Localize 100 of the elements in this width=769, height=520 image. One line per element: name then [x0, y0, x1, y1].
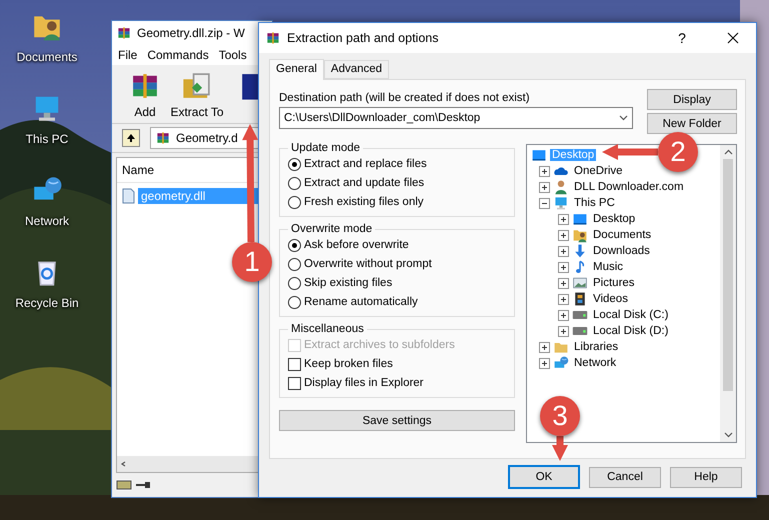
close-icon — [727, 32, 739, 44]
expand-toggle[interactable] — [539, 182, 550, 192]
desktop-icon-label[interactable]: Network — [24, 214, 69, 228]
plus-icon — [541, 184, 548, 190]
checkbox[interactable] — [288, 376, 301, 390]
radio-button[interactable] — [288, 238, 301, 252]
expand-toggle[interactable] — [539, 166, 550, 176]
up-arrow-icon — [126, 133, 136, 143]
group-label: Update mode — [290, 142, 362, 154]
expand-toggle[interactable] — [558, 326, 569, 336]
group-label: Miscellaneous — [290, 323, 365, 335]
expand-toggle[interactable] — [558, 262, 569, 272]
button[interactable]: New Folder — [647, 113, 737, 134]
expand-toggle[interactable] — [539, 358, 550, 368]
expand-toggle[interactable] — [558, 246, 569, 256]
dialog-title: Extraction path and options — [287, 31, 440, 45]
toolbar-button-label[interactable]: Extract To — [170, 105, 224, 119]
user-icon — [553, 179, 569, 195]
up-button[interactable] — [122, 129, 140, 147]
collapse-toggle[interactable] — [539, 198, 550, 208]
monitor-icon — [572, 211, 588, 227]
tree-item[interactable]: Local Disk (D:) — [591, 325, 670, 337]
image-icon — [572, 275, 588, 291]
stacked-books-icon — [265, 30, 281, 46]
tree-item[interactable]: OneDrive — [572, 165, 625, 177]
tree-item[interactable]: Pictures — [591, 277, 637, 289]
tree-item[interactable]: Music — [591, 261, 626, 273]
scrollbar-thumb[interactable] — [723, 159, 733, 391]
checkbox-label: Keep broken files — [304, 358, 393, 370]
expand-toggle[interactable] — [558, 230, 569, 240]
field-label: Destination path (will be created if does not exist) — [279, 92, 531, 104]
plus-icon — [541, 168, 548, 174]
radio-label: Overwrite without prompt — [304, 258, 432, 270]
folder-icon — [572, 227, 588, 243]
radio-button[interactable] — [288, 296, 301, 308]
key-icon — [135, 480, 151, 490]
expand-toggle[interactable] — [558, 310, 569, 320]
plus-icon — [541, 360, 548, 366]
expand-toggle[interactable] — [558, 214, 569, 224]
tree-item[interactable]: Downloads — [591, 245, 652, 257]
button[interactable]: Display — [647, 89, 737, 110]
radio-label: Ask before overwrite — [304, 239, 409, 251]
stacked-books-icon — [116, 25, 132, 41]
expand-toggle[interactable] — [558, 278, 569, 288]
group-label: Overwrite mode — [290, 223, 374, 235]
button[interactable]: Cancel — [589, 466, 661, 488]
tree-item[interactable]: Libraries — [572, 341, 620, 353]
plus-icon — [560, 296, 567, 302]
checkbox-label: Display files in Explorer — [304, 377, 424, 389]
plus-icon — [560, 312, 567, 318]
desktop-icon-label[interactable]: Recycle Bin — [15, 296, 79, 310]
tree-item[interactable]: Desktop — [591, 213, 638, 225]
save-settings-button[interactable]: Save settings — [279, 410, 515, 431]
expand-toggle[interactable] — [539, 342, 550, 352]
drive-icon — [116, 479, 132, 491]
radio-button[interactable] — [288, 258, 301, 270]
button[interactable]: OK — [508, 465, 580, 489]
toolbar-button-label[interactable]: Add — [134, 105, 156, 119]
chevron-down-icon — [619, 115, 628, 121]
tree-item[interactable]: Videos — [591, 293, 630, 305]
globe-monitor-icon — [553, 355, 569, 371]
plus-icon — [541, 344, 548, 350]
stacked-books-icon — [155, 130, 171, 146]
tab[interactable]: Advanced — [324, 60, 390, 79]
arrow — [552, 436, 568, 461]
file-icon — [122, 188, 135, 204]
tree-item[interactable]: Documents — [591, 229, 654, 241]
radio-button[interactable] — [288, 196, 301, 208]
plus-icon — [560, 232, 567, 238]
radio-label: Extract and replace files — [304, 158, 427, 170]
scroll-up-icon — [724, 149, 732, 155]
plus-icon — [560, 216, 567, 222]
plus-icon — [560, 280, 567, 286]
desktop-icon-label[interactable]: Documents — [16, 50, 78, 64]
checkbox[interactable] — [288, 358, 301, 370]
help-button[interactable]: ? — [660, 30, 704, 46]
monitor-icon — [531, 147, 547, 163]
radio-label: Extract and update files — [304, 177, 424, 189]
tree-item[interactable]: Network — [572, 357, 618, 369]
tree-item[interactable]: Local Disk (C:) — [591, 309, 670, 321]
radio-label: Fresh existing files only — [304, 196, 424, 208]
menu-item[interactable]: Commands — [147, 48, 209, 62]
path-dropdown[interactable]: C:\Users\DllDownloader_com\Desktop — [279, 107, 633, 129]
radio-button[interactable] — [288, 176, 301, 190]
radio-button[interactable] — [288, 158, 301, 170]
menu-item[interactable]: File — [118, 48, 138, 62]
tree-item[interactable]: DLL Downloader.com — [572, 181, 686, 193]
radio-button[interactable] — [288, 276, 301, 290]
tab[interactable]: General — [269, 59, 324, 80]
menu-item[interactable]: Tools — [218, 48, 247, 62]
expand-toggle[interactable] — [558, 294, 569, 304]
arrow — [602, 144, 658, 160]
plus-icon — [560, 264, 567, 270]
plus-icon — [560, 248, 567, 254]
monitor-icon — [553, 195, 569, 211]
desktop-icon-label[interactable]: This PC — [26, 132, 68, 146]
button[interactable]: Help — [670, 466, 742, 488]
film-icon — [572, 291, 588, 307]
window-title: Geometry.dll.zip - W — [137, 26, 245, 40]
tree-item[interactable]: This PC — [572, 197, 617, 209]
